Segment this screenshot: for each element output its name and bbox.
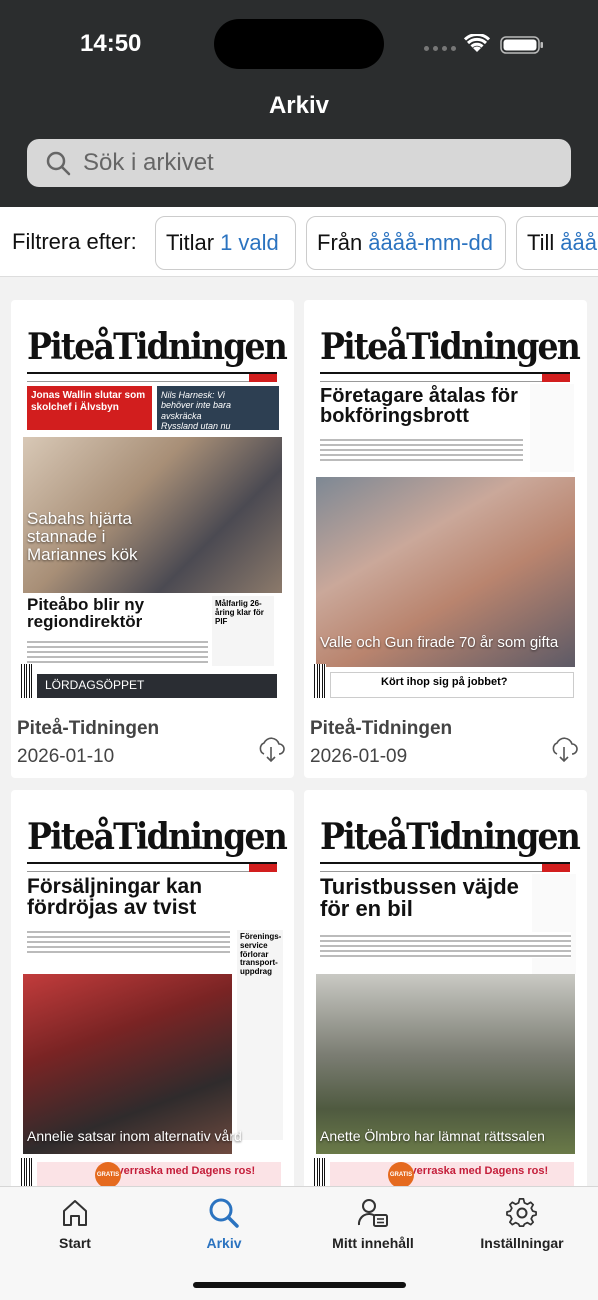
download-cloud-icon[interactable] bbox=[549, 734, 579, 764]
issue-card[interactable]: PiteåTidningen Turistbussen väjde för en… bbox=[304, 790, 587, 1190]
ad-banner-text: Kört ihop sig på jobbet? bbox=[381, 676, 508, 688]
cover-headline: Piteåbo blir ny regiondirektör bbox=[27, 595, 145, 632]
newspaper-cover[interactable]: PiteåTidningen Jonas Wallin slutar som s… bbox=[17, 322, 288, 698]
filter-chip-to-date[interactable]: Till åååå bbox=[516, 216, 598, 270]
photo-caption: Annelie satsar inom alternativ vård bbox=[27, 1128, 242, 1144]
side-column: Förenings-service förlorar transport-upp… bbox=[237, 930, 283, 1140]
cover-photo bbox=[316, 974, 575, 1154]
home-indicator bbox=[193, 1282, 406, 1288]
tab-label: Start bbox=[59, 1235, 91, 1251]
barcode bbox=[314, 664, 326, 698]
chip-label: Till bbox=[527, 230, 555, 255]
dateline-rule bbox=[27, 372, 277, 382]
issue-title: Piteå-Tidningen bbox=[310, 718, 453, 739]
cover-photo bbox=[23, 974, 232, 1154]
teaser-box: Nils Harnesk: Vi behöver inte bara avskr… bbox=[157, 386, 279, 441]
photo-caption: Sabahs hjärta stannade i Mariannes kök bbox=[27, 509, 138, 564]
body-text bbox=[320, 932, 571, 958]
barcode bbox=[21, 664, 33, 698]
ad-banner: LÖRDAGSÖPPET bbox=[37, 674, 277, 698]
cover-headline: Försäljningar kan fördröjas av tvist bbox=[27, 875, 203, 920]
search-icon bbox=[46, 151, 71, 176]
ad-banner-text: Överraska med Dagens ros! bbox=[402, 1165, 549, 1177]
dynamic-island bbox=[214, 19, 384, 69]
masthead: PiteåTidningen bbox=[27, 326, 288, 368]
tab-settings[interactable]: Inställningar bbox=[447, 1197, 597, 1251]
ad-banner: Kört ihop sig på jobbet? bbox=[330, 672, 574, 698]
ad-banner-text: Överraska med Dagens ros! bbox=[109, 1165, 256, 1177]
cellular-signal-icon bbox=[424, 46, 456, 54]
tab-label: Arkiv bbox=[206, 1235, 242, 1251]
chip-value: 1 vald bbox=[220, 230, 279, 255]
filter-chip-titles[interactable]: Titlar 1 vald bbox=[155, 216, 296, 270]
cover-headline: Turistbussen väjde för en bil bbox=[320, 874, 519, 922]
side-column: Målfarlig 26-åring klar för PIF bbox=[212, 596, 274, 666]
tab-label: Mitt innehåll bbox=[332, 1235, 414, 1251]
body-text bbox=[27, 928, 230, 954]
page-title: Arkiv bbox=[268, 92, 330, 119]
photo-caption: Anette Ölmbro har lämnat rättssalen bbox=[320, 1128, 545, 1144]
body-text bbox=[27, 638, 208, 664]
body-text bbox=[320, 436, 523, 462]
chip-value: åååå-mm-dd bbox=[368, 230, 493, 255]
battery-icon bbox=[500, 36, 543, 54]
ad-badge: GRATIS bbox=[388, 1162, 414, 1188]
search-icon bbox=[209, 1198, 239, 1228]
side-text: Förenings-service förlorar transport-upp… bbox=[240, 932, 282, 977]
tab-archive[interactable]: Arkiv bbox=[149, 1197, 299, 1251]
chip-value: åååå bbox=[560, 230, 598, 255]
tab-label: Inställningar bbox=[480, 1235, 564, 1251]
dateline-rule bbox=[320, 862, 570, 872]
issue-card[interactable]: PiteåTidningen Företagare åtalas för bok… bbox=[304, 300, 587, 778]
newspaper-cover[interactable]: PiteåTidningen Företagare åtalas för bok… bbox=[310, 322, 581, 698]
issue-date: 2026-01-10 bbox=[17, 746, 115, 767]
newspaper-cover[interactable]: PiteåTidningen Turistbussen väjde för en… bbox=[310, 812, 581, 1190]
ad-banner-text: LÖRDAGSÖPPET bbox=[45, 678, 145, 692]
issue-card[interactable]: PiteåTidningen Försäljningar kan fördröj… bbox=[11, 790, 294, 1190]
issue-card[interactable]: PiteåTidningen Jonas Wallin slutar som s… bbox=[11, 300, 294, 778]
person-list-icon bbox=[357, 1199, 388, 1227]
ad-badge: GRATIS bbox=[95, 1162, 121, 1188]
status-time: 14:50 bbox=[80, 30, 142, 57]
newspaper-cover[interactable]: PiteåTidningen Försäljningar kan fördröj… bbox=[17, 812, 288, 1190]
issue-date: 2026-01-09 bbox=[310, 746, 408, 767]
archive-search-bar[interactable] bbox=[27, 139, 571, 187]
filter-label: Filtrera efter: bbox=[12, 229, 137, 254]
teaser-box: Jonas Wallin slutar som skolchef i Älvsb… bbox=[27, 386, 152, 430]
dateline-rule bbox=[320, 372, 570, 382]
side-text: Målfarlig 26-åring klar för PIF bbox=[215, 599, 264, 626]
home-icon bbox=[63, 1200, 87, 1226]
filter-chip-from-date[interactable]: Från åååå-mm-dd bbox=[306, 216, 506, 270]
side-column bbox=[530, 384, 574, 472]
issue-title: Piteå-Tidningen bbox=[17, 718, 160, 739]
teaser-text: Jonas Wallin slutar som skolchef i Älvsb… bbox=[31, 390, 146, 413]
side-column bbox=[532, 874, 576, 974]
download-cloud-icon[interactable] bbox=[256, 734, 286, 764]
masthead: PiteåTidningen bbox=[320, 816, 581, 858]
tab-my-content[interactable]: Mitt innehåll bbox=[298, 1197, 448, 1251]
masthead: PiteåTidningen bbox=[320, 326, 581, 368]
search-input[interactable] bbox=[83, 149, 553, 177]
photo-caption: Valle och Gun firade 70 år som gifta bbox=[320, 634, 559, 651]
top-header: 14:50 Arkiv bbox=[0, 0, 598, 207]
tab-start[interactable]: Start bbox=[0, 1197, 150, 1251]
wifi-icon bbox=[464, 34, 490, 52]
chip-label: Titlar bbox=[166, 230, 215, 255]
dateline-rule bbox=[27, 862, 277, 872]
gear-icon bbox=[506, 1198, 537, 1227]
masthead: PiteåTidningen bbox=[27, 816, 288, 858]
status-bar: 14:50 bbox=[0, 0, 598, 84]
cover-headline: Företagare åtalas för bokföringsbrott bbox=[320, 385, 518, 428]
filter-bar: Filtrera efter: Titlar 1 vald Från åååå-… bbox=[0, 207, 598, 277]
chip-label: Från bbox=[317, 230, 363, 255]
